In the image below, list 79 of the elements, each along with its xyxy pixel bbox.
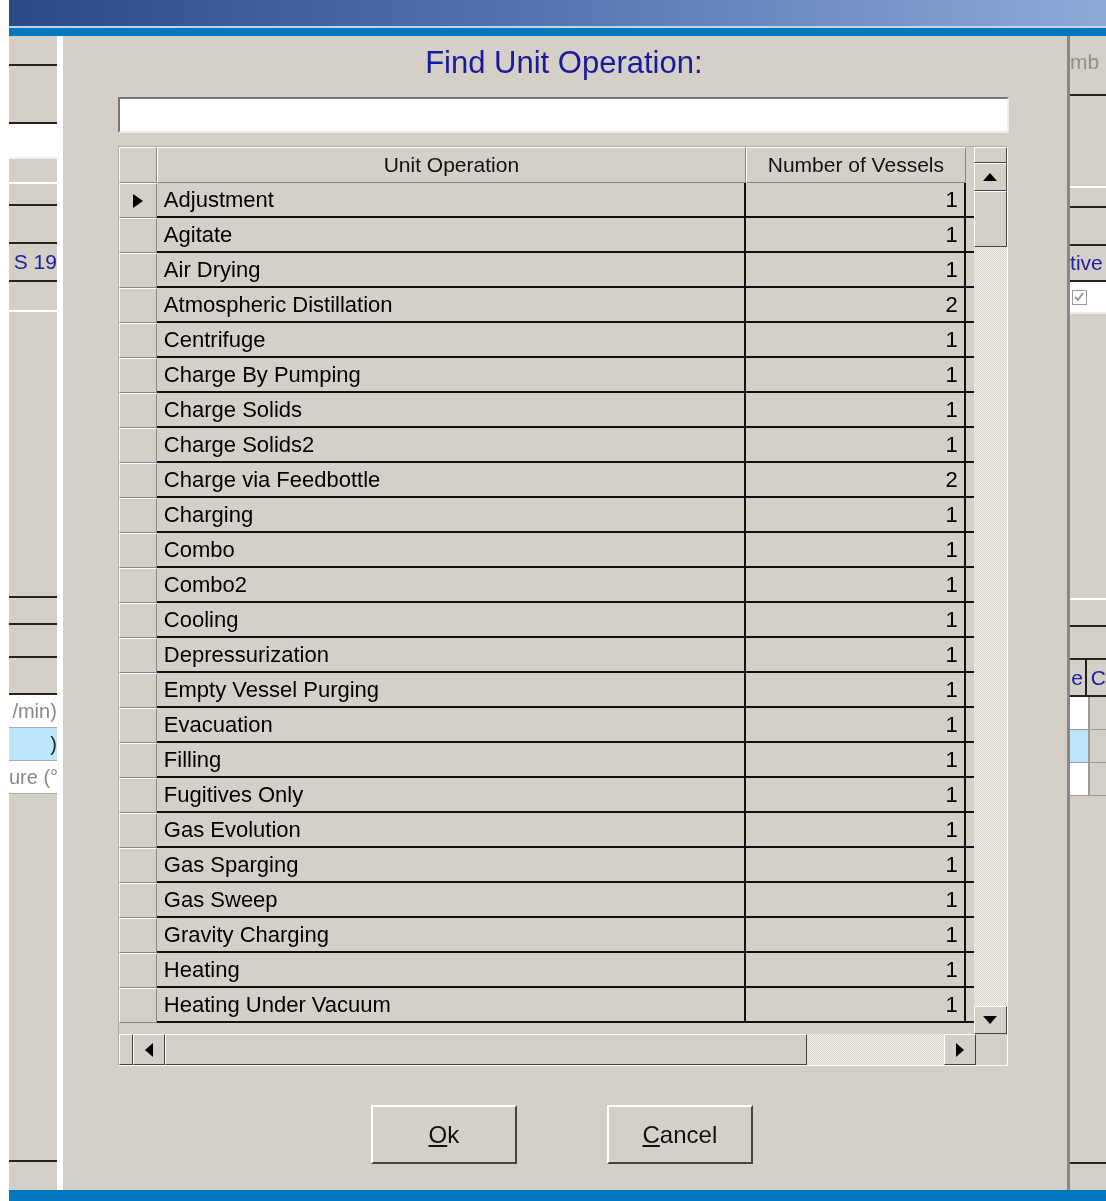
column-header[interactable]: e: [1070, 660, 1087, 695]
scroll-right-button[interactable]: [943, 1034, 976, 1065]
current-row-icon: [131, 192, 144, 209]
search-field[interactable]: [117, 97, 1009, 133]
grid-cell: ure (°: [9, 761, 57, 794]
table-cell: Gravity Charging: [156, 918, 746, 953]
table-cell: 1: [745, 428, 966, 463]
scroll-down-button[interactable]: [973, 1006, 1007, 1034]
right-arrow-icon: [955, 1042, 964, 1057]
table-cell: Air Drying: [156, 253, 746, 288]
scroll-up-button[interactable]: [973, 163, 1007, 191]
row-header: [118, 147, 157, 183]
table-cell: Centrifuge: [156, 323, 746, 358]
table-cell: Gas Sweep: [156, 883, 746, 918]
dialog-button[interactable]: Cancel: [606, 1105, 753, 1164]
column-header[interactable]: Number of Vessels: [745, 147, 966, 183]
table-cell: Heating: [156, 953, 746, 988]
table-cell: 1: [745, 638, 966, 673]
table-cell: 1: [745, 708, 966, 743]
column-header[interactable]: C: [1086, 660, 1106, 695]
table-cell: Gas Evolution: [156, 813, 746, 848]
table-cell: 1: [745, 813, 966, 848]
table-cell: 1: [745, 183, 966, 218]
checkbox[interactable]: [1072, 289, 1088, 305]
table-cell: 1: [745, 498, 966, 533]
scrollbar-cap: [118, 1034, 133, 1065]
grid-cell: /min): [9, 695, 57, 728]
up-arrow-icon: [983, 173, 998, 181]
table-cell: Empty Vessel Purging: [156, 673, 746, 708]
scroll-left-button[interactable]: [132, 1034, 165, 1065]
table-cell: Adjustment: [156, 183, 746, 218]
table-cell: 1: [745, 673, 966, 708]
table-cell: 1: [745, 218, 966, 253]
table-cell: 1: [745, 988, 966, 1023]
row-selector[interactable]: [118, 183, 157, 218]
table-cell: 1: [745, 393, 966, 428]
table-cell: 1: [745, 568, 966, 603]
table-cell: 1: [745, 848, 966, 883]
column-label: tive: [1070, 251, 1103, 275]
table-cell: Charging: [156, 498, 746, 533]
column-label: S 19: [13, 250, 57, 274]
table-cell: 1: [745, 743, 966, 778]
table-cell: Combo: [156, 533, 746, 568]
dialog-button[interactable]: Ok: [370, 1105, 517, 1164]
table-cell: 1: [745, 358, 966, 393]
down-arrow-icon: [983, 1016, 998, 1024]
table-cell: 2: [745, 463, 966, 498]
table-cell: 1: [745, 918, 966, 953]
table-cell: Cooling: [156, 603, 746, 638]
left-arrow-icon: [144, 1042, 153, 1057]
table-cell: 1: [745, 253, 966, 288]
table-cell: Charge Solids: [156, 393, 746, 428]
scrollbar-cap: [973, 147, 1007, 163]
scroll-thumb[interactable]: [164, 1034, 807, 1065]
table-cell: 1: [745, 953, 966, 988]
table-cell: Atmospheric Distillation: [156, 288, 746, 323]
column-header[interactable]: Unit Operation: [156, 147, 746, 183]
vertical-scrollbar[interactable]: [973, 147, 1007, 1034]
table-cell: 1: [745, 533, 966, 568]
table-cell: Charge By Pumping: [156, 358, 746, 393]
table-cell: Filling: [156, 743, 746, 778]
dialog-title: Find Unit Operation:: [424, 45, 704, 82]
table-cell: Gas Sparging: [156, 848, 746, 883]
table-cell: Depressurization: [156, 638, 746, 673]
table-cell: Heating Under Vacuum: [156, 988, 746, 1023]
table-cell: Charge via Feedbottle: [156, 463, 746, 498]
table-cell: 1: [745, 323, 966, 358]
table-cell: Agitate: [156, 218, 746, 253]
table-cell: 2: [745, 288, 966, 323]
scroll-thumb[interactable]: [973, 191, 1007, 247]
table-cell: 1: [745, 603, 966, 638]
table-cell: 1: [745, 883, 966, 918]
table-cell: Evacuation: [156, 708, 746, 743]
table-cell: 1: [745, 778, 966, 813]
table-cell: Fugitives Only: [156, 778, 746, 813]
field-label: mb: [1070, 50, 1100, 74]
grid-cell: ): [9, 728, 57, 761]
table-cell: Combo2: [156, 568, 746, 603]
table-cell: Charge Solids2: [156, 428, 746, 463]
